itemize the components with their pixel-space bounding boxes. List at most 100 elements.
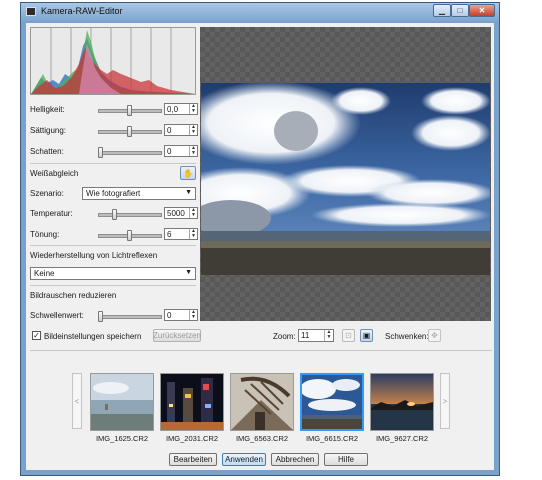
shadows-row: Schatten: 0 ▲ ▼ [30, 145, 198, 159]
checkmark-icon: ✓ [33, 331, 40, 340]
raw-editor-window: Kamera-RAW-Editor ▁ □ ✕ Helligkeit: 0,0 … [20, 2, 500, 476]
zoom-fit-icon: ⊡ [345, 331, 352, 340]
highlights-title: Wiederherstellung von Lichtreflexen [30, 251, 158, 260]
threshold-slider-thumb[interactable] [98, 311, 103, 322]
divider [30, 285, 196, 286]
white-balance-header: Weißabgleich ✋ [30, 166, 196, 181]
image-preview[interactable] [200, 27, 491, 321]
thumbnail-name: IMG_6563.CR2 [235, 434, 289, 443]
white-balance-picker-button[interactable]: ✋ [180, 166, 196, 180]
saturation-spin-icon[interactable]: ▲ ▼ [189, 125, 197, 135]
brightness-spin-icon[interactable]: ▲ ▼ [189, 104, 197, 114]
histogram-graph [31, 28, 195, 94]
threshold-value: 0 [167, 311, 172, 320]
title-bar[interactable]: Kamera-RAW-Editor ▁ □ ✕ [21, 3, 499, 21]
temperature-slider[interactable] [98, 209, 162, 220]
preview-photo [201, 83, 490, 275]
hand-icon: ✋ [183, 168, 193, 178]
save-settings-label: Bildeinstellungen speichern [44, 332, 142, 341]
zoom-value: 11 [301, 331, 310, 340]
temperature-row: Temperatur: 5000 ▲ ▼ [30, 207, 198, 221]
maximize-icon: □ [457, 6, 463, 15]
highlights-header: Wiederherstellung von Lichtreflexen [30, 249, 196, 263]
white-balance-title: Weißabgleich [30, 169, 79, 178]
previous-image-button[interactable]: < [72, 373, 82, 429]
shadows-slider[interactable] [98, 147, 162, 158]
pan-button[interactable]: ✥ [428, 329, 441, 342]
bridge-photo-thumbnail[interactable] [230, 373, 294, 431]
save-settings-checkbox[interactable]: ✓ [32, 331, 41, 340]
actual-size-icon: ▣ [362, 331, 371, 340]
highlights-select[interactable]: Keine ▼ [30, 267, 196, 280]
lake-photo-thumbnail[interactable] [90, 373, 154, 431]
zoom-spin-icon[interactable]: ▲ ▼ [324, 330, 333, 341]
threshold-slider[interactable] [98, 311, 162, 322]
apply-button[interactable]: Anwenden [222, 453, 266, 466]
bridge-photo-icon [231, 374, 293, 430]
help-button[interactable]: Hilfe [324, 453, 368, 466]
brightness-input[interactable]: 0,0 ▲ ▼ [164, 103, 198, 115]
zoom-actual-size-button[interactable]: ▣ [360, 329, 373, 342]
shadows-slider-thumb[interactable] [98, 147, 103, 158]
tint-value: 6 [167, 230, 172, 239]
tint-slider-thumb[interactable] [127, 230, 132, 241]
next-image-button[interactable]: > [440, 373, 450, 429]
tint-row: Tönung: 6 ▲ ▼ [30, 228, 198, 242]
reset-button[interactable]: Zurücksetzen [153, 329, 201, 342]
maximize-button[interactable]: □ [451, 4, 469, 17]
tint-input[interactable]: 6 ▲ ▼ [164, 228, 198, 240]
saturation-value: 0 [167, 126, 172, 135]
noise-title: Bildrauschen reduzieren [30, 291, 117, 300]
shadows-label: Schatten: [30, 147, 64, 156]
divider [30, 350, 492, 351]
thumbnail-name: IMG_1625.CR2 [95, 434, 149, 443]
shadows-spin-icon[interactable]: ▲ ▼ [189, 146, 197, 156]
brightness-slider[interactable] [98, 105, 162, 116]
saturation-input[interactable]: 0 ▲ ▼ [164, 124, 198, 136]
saturation-label: Sättigung: [30, 126, 67, 135]
brightness-row: Helligkeit: 0,0 ▲ ▼ [30, 103, 198, 117]
brightness-label: Helligkeit: [30, 105, 65, 114]
temperature-spin-icon[interactable]: ▲ ▼ [189, 208, 197, 218]
chevron-down-icon: ▼ [185, 189, 192, 196]
shadows-input[interactable]: 0 ▲ ▼ [164, 145, 198, 157]
chevron-left-icon: < [74, 396, 80, 406]
temperature-value: 5000 [167, 209, 185, 218]
zoom-input[interactable]: 11 ▲ ▼ [298, 329, 334, 342]
edit-button[interactable]: Bearbeiten [169, 453, 217, 466]
sky-clouds-photo-icon [302, 375, 362, 429]
brightness-value: 0,0 [167, 105, 179, 114]
window-title: Kamera-RAW-Editor [41, 6, 123, 16]
chevron-down-icon: ▼ [185, 269, 192, 276]
pan-label: Schwenken: [385, 332, 429, 341]
temperature-input[interactable]: 5000 ▲ ▼ [164, 207, 198, 219]
adjustment-panel: Helligkeit: 0,0 ▲ ▼ Sättigung: 0 ▲ ▼ Schatte… [26, 23, 198, 323]
scenario-select[interactable]: Wie fotografiert ▼ [82, 187, 196, 200]
threshold-input[interactable]: 0 ▲ ▼ [164, 309, 198, 321]
minimize-button[interactable]: ▁ [433, 4, 451, 17]
zoom-label: Zoom: [273, 332, 296, 341]
sky-clouds-photo-thumbnail[interactable] [300, 373, 364, 431]
thumbnail-name: IMG_6615.CR2 [305, 434, 359, 443]
saturation-slider-thumb[interactable] [127, 126, 132, 137]
tint-spin-icon[interactable]: ▲ ▼ [189, 229, 197, 239]
temperature-label: Temperatur: [30, 209, 73, 218]
sunset-photo-icon [371, 374, 433, 430]
thumbnail-name: IMG_9627.CR2 [375, 434, 429, 443]
tint-slider[interactable] [98, 230, 162, 241]
threshold-spin-icon[interactable]: ▲ ▼ [189, 310, 197, 320]
saturation-slider[interactable] [98, 126, 162, 137]
temperature-slider-thumb[interactable] [112, 209, 117, 220]
lake-photo-icon [91, 374, 153, 430]
histogram [30, 27, 196, 95]
zoom-fit-button[interactable]: ⊡ [342, 329, 355, 342]
preview-photo-image [201, 83, 490, 275]
cancel-button[interactable]: Abbrechen [271, 453, 319, 466]
sunset-photo-thumbnail[interactable] [370, 373, 434, 431]
highlights-value: Keine [34, 269, 55, 278]
city-night-photo-icon [161, 374, 223, 430]
threshold-row: Schwellenwert: 0 ▲ ▼ [30, 309, 198, 323]
close-button[interactable]: ✕ [469, 4, 495, 17]
brightness-slider-thumb[interactable] [127, 105, 132, 116]
city-night-photo-thumbnail[interactable] [160, 373, 224, 431]
